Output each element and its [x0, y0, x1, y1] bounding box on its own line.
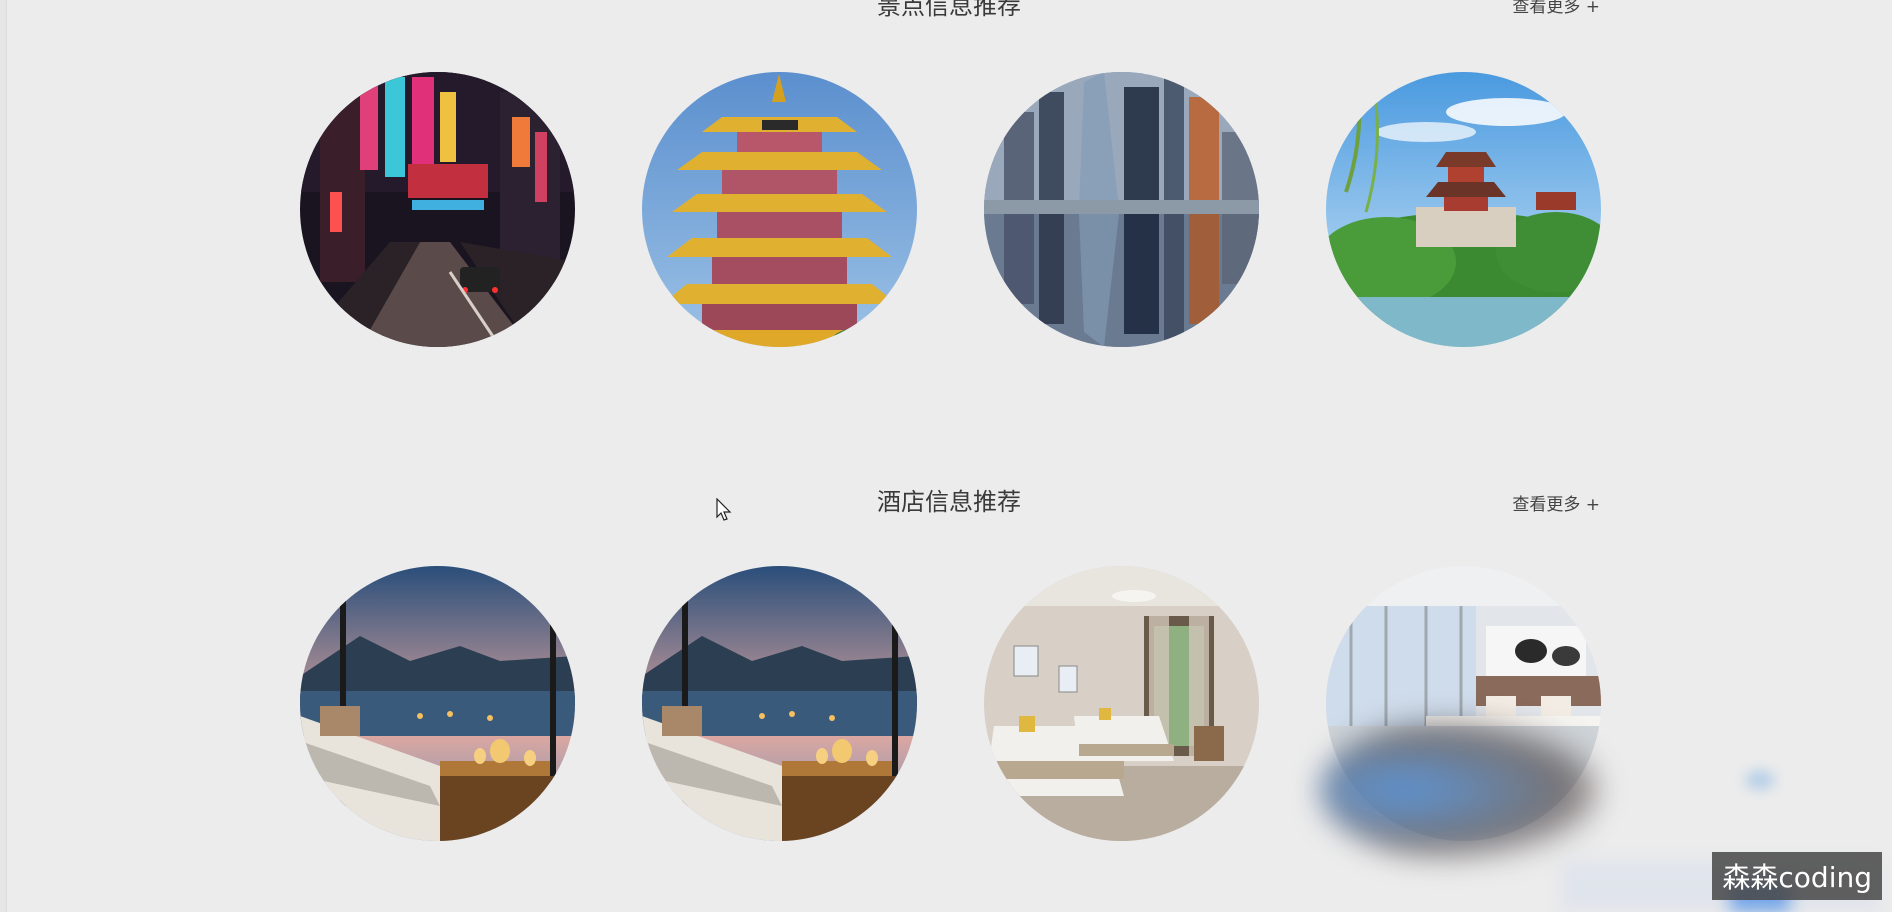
seaview-room-image: [300, 566, 575, 841]
seaview-room-image: [642, 566, 917, 841]
attraction-card-2[interactable]: [642, 72, 917, 347]
yellow-crane-tower-image: [642, 72, 917, 347]
hotel-card-2[interactable]: [642, 566, 917, 841]
attraction-card-1[interactable]: [300, 72, 575, 347]
watermark: 森森coding: [1712, 852, 1882, 900]
mouse-cursor-icon: [716, 498, 732, 521]
attraction-card-4[interactable]: [1326, 72, 1601, 347]
hotel-card-1[interactable]: [300, 566, 575, 841]
attractions-title: 景点信息推荐: [877, 0, 1021, 20]
twin-bed-room-image: [984, 566, 1259, 841]
hotels-title: 酒店信息推荐: [877, 488, 1021, 516]
hotel-card-3[interactable]: [984, 566, 1259, 841]
blurred-dot: [1745, 770, 1775, 790]
window-edge: [0, 0, 7, 912]
attraction-card-3[interactable]: [984, 72, 1259, 347]
page: 景点信息推荐 查看更多 + 酒店信息推荐 查看更多 + 森森coding: [0, 0, 1892, 912]
attractions-more-link[interactable]: 查看更多 +: [1512, 0, 1600, 17]
attractions-section: 景点信息推荐 查看更多 +: [300, 0, 1601, 366]
skyscraper-reflection-image: [984, 72, 1259, 347]
summer-palace-pagoda-image: [1326, 72, 1601, 347]
city-night-street-image: [300, 72, 575, 347]
blurred-overlay: [1320, 720, 1600, 860]
hotels-more-link[interactable]: 查看更多 +: [1512, 490, 1600, 515]
